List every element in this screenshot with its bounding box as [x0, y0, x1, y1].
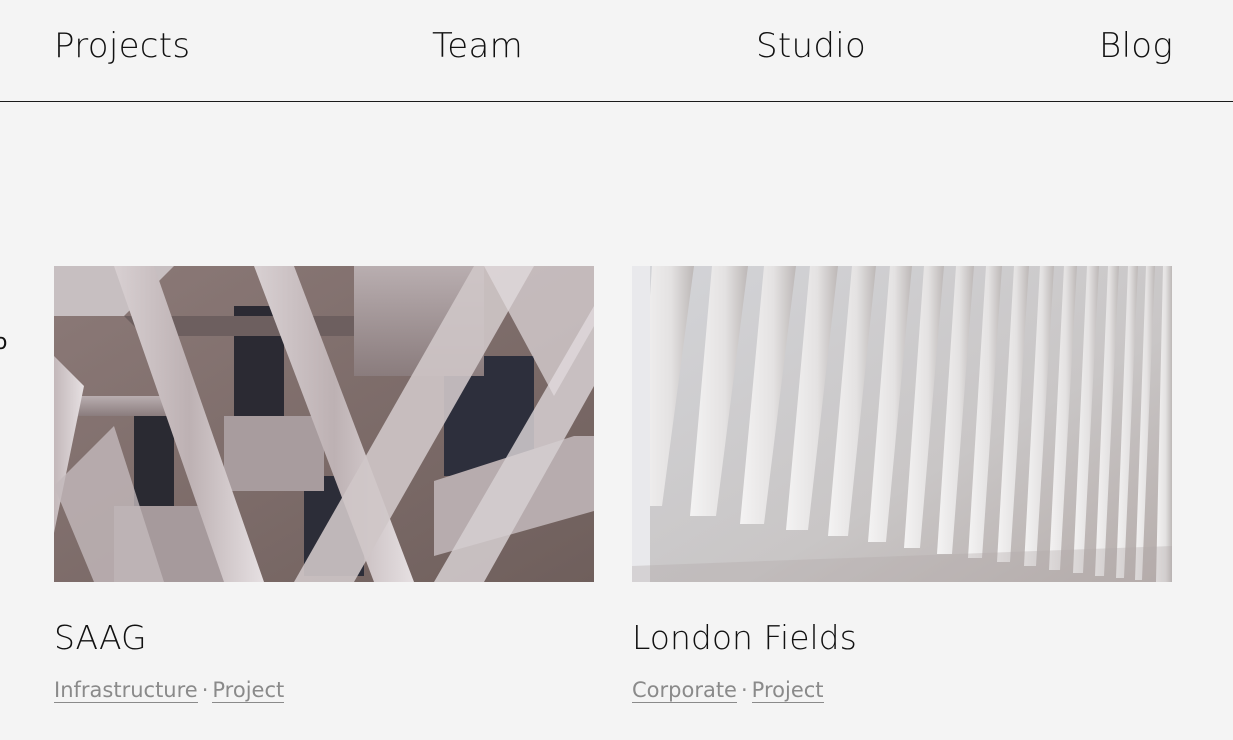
- offscreen-cursor-glyph: o: [0, 330, 8, 355]
- nav-link-blog[interactable]: Blog: [1099, 24, 1173, 68]
- project-title[interactable]: London Fields: [632, 616, 857, 660]
- project-meta: Infrastructure · Project: [54, 676, 285, 704]
- type-tag-link[interactable]: Project: [751, 678, 824, 703]
- project-card-saag[interactable]: SAAG Infrastructure · Project: [54, 266, 594, 703]
- meta-separator: ·: [201, 678, 209, 702]
- project-meta: Corporate · Project: [632, 676, 824, 704]
- white-ribbed-ceiling-photo[interactable]: [632, 266, 1172, 582]
- project-card-london-fields[interactable]: London Fields Corporate · Project: [632, 266, 1172, 703]
- top-navigation: Projects Team Studio Blog: [0, 0, 1233, 102]
- building-facade-photo[interactable]: [54, 266, 594, 582]
- nav-link-studio[interactable]: Studio: [756, 24, 866, 68]
- nav-link-projects[interactable]: Projects: [54, 24, 190, 68]
- nav-link-team[interactable]: Team: [432, 24, 523, 68]
- meta-separator: ·: [740, 678, 748, 702]
- project-title[interactable]: SAAG: [54, 616, 147, 660]
- type-tag-link[interactable]: Project: [212, 678, 285, 703]
- category-tag-link[interactable]: Corporate: [632, 678, 737, 703]
- category-tag-link[interactable]: Infrastructure: [54, 678, 198, 703]
